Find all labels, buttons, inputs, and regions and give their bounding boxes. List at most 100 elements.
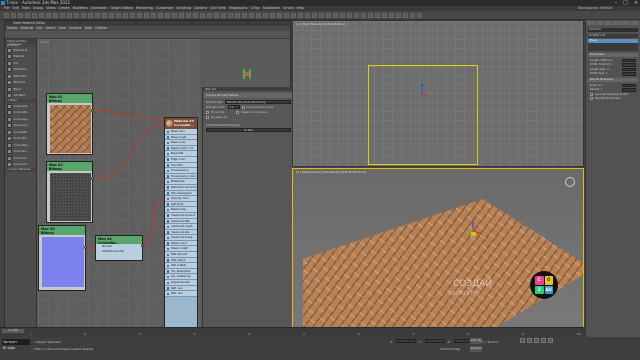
map1-node[interactable]: Map #1 Bitmap xyxy=(46,93,94,155)
viewcube-icon[interactable] xyxy=(565,177,575,187)
toolbar-button[interactable] xyxy=(102,13,107,18)
toolbar-button[interactable] xyxy=(382,13,387,18)
toolbar-button[interactable] xyxy=(263,13,268,18)
toolbar-button[interactable] xyxy=(410,13,415,18)
toolbar-button[interactable] xyxy=(11,13,16,18)
transform-gizmo-icon[interactable] xyxy=(465,217,485,239)
toolbar-button[interactable] xyxy=(214,13,219,18)
parameters-rollout[interactable]: Parameters xyxy=(588,53,638,57)
toolbar-button[interactable] xyxy=(109,13,114,18)
toolbar-button[interactable] xyxy=(144,13,149,18)
toolbar-button[interactable] xyxy=(200,13,205,18)
toolbar-button[interactable] xyxy=(74,13,79,18)
move-gizmo-icon[interactable] xyxy=(418,83,430,97)
toolbar-button[interactable] xyxy=(193,13,198,18)
modify-tab[interactable] xyxy=(595,21,604,25)
toolbar-button[interactable] xyxy=(298,13,303,18)
toolbar-button[interactable] xyxy=(81,13,86,18)
toolbar-button[interactable] xyxy=(172,13,177,18)
toolbar-button[interactable] xyxy=(46,13,51,18)
timeline[interactable]: 0 / 100 0 10 20 30 40 50 60 70 80 90 100 xyxy=(0,327,585,337)
param-spinner[interactable] xyxy=(622,63,636,67)
additional-bump-slot[interactable]: Additional bump xyxy=(96,249,142,254)
next-frame-icon[interactable] xyxy=(541,338,546,343)
perspective-viewport[interactable]: [+] [Perspective] [Standard] [Default Sh… xyxy=(292,168,584,343)
hierarchy-tab[interactable] xyxy=(604,21,613,25)
toolbar-button[interactable] xyxy=(340,13,345,18)
toolbar-button[interactable] xyxy=(305,13,310,18)
toolbar-button[interactable] xyxy=(39,13,44,18)
map2-node[interactable]: Map #2 Bitmap xyxy=(46,161,94,223)
gen-coords-checkbox[interactable] xyxy=(590,92,593,96)
maxscript-listener[interactable]: Sprayer Bridge xyxy=(2,339,30,350)
toolbar-button[interactable] xyxy=(319,13,324,18)
perspective-viewport-label[interactable]: [+] [Perspective] [Standard] [Default Sh… xyxy=(296,170,366,174)
toolbar-button[interactable] xyxy=(284,13,289,18)
toolbar-button[interactable] xyxy=(249,13,254,18)
toolbar-button[interactable] xyxy=(88,13,93,18)
map3-node[interactable]: Map #3 Bitmap xyxy=(38,225,87,291)
toolbar-button[interactable] xyxy=(25,13,30,18)
utilities-tab[interactable] xyxy=(631,21,639,25)
normal-map-button[interactable]: Map #3 (100_wk_Bx_Normal.png) xyxy=(224,100,291,104)
motion-tab[interactable] xyxy=(613,21,622,25)
toolbar-button[interactable] xyxy=(375,13,380,18)
map4-node[interactable]: Map #4 CoronaNo... Normal Additional bump xyxy=(95,235,144,261)
map4-output-port[interactable] xyxy=(141,244,144,247)
toolbar-button[interactable] xyxy=(354,13,359,18)
toolbar-button[interactable] xyxy=(361,13,366,18)
toolbar-button[interactable] xyxy=(60,13,65,18)
map3-output-port[interactable] xyxy=(84,246,87,249)
toolbar-button[interactable] xyxy=(179,13,184,18)
toolbar-button[interactable] xyxy=(53,13,58,18)
modifier-list-dropdown[interactable]: Modifier List xyxy=(588,34,638,38)
top-viewport[interactable]: [+] [Top] [Standard] [Wireframe] xyxy=(292,20,584,167)
stack-item-plane[interactable]: Plane xyxy=(588,39,638,43)
goto-end-icon[interactable] xyxy=(548,338,553,343)
toolbar-button[interactable] xyxy=(368,13,373,18)
toolbar-button[interactable] xyxy=(270,13,275,18)
toolbar-button[interactable] xyxy=(242,13,247,18)
real-world-checkbox[interactable] xyxy=(590,97,593,101)
toolbar-button[interactable] xyxy=(165,13,170,18)
toolbar-button[interactable] xyxy=(130,13,135,18)
toolbar-button[interactable] xyxy=(186,13,191,18)
add-gamma-checkbox[interactable] xyxy=(241,105,245,109)
flip-checkbox[interactable] xyxy=(206,110,209,114)
strength-spinner[interactable]: 1.0 xyxy=(227,105,240,109)
param-spinner[interactable] xyxy=(622,72,636,76)
toolbar-button[interactable] xyxy=(396,13,401,18)
toolbar-button[interactable] xyxy=(18,13,23,18)
toolbar-button[interactable] xyxy=(312,13,317,18)
param-spinner[interactable] xyxy=(622,67,636,71)
toolbar-button[interactable] xyxy=(389,13,394,18)
toolbar-button[interactable] xyxy=(228,13,233,18)
toolbar-button[interactable] xyxy=(333,13,338,18)
create-tab[interactable] xyxy=(587,21,595,25)
fix-green-checkbox[interactable] xyxy=(206,115,209,119)
toolbar-button[interactable] xyxy=(291,13,296,18)
toolbar-button[interactable] xyxy=(403,13,408,18)
swap-checkbox[interactable] xyxy=(236,110,240,114)
toolbar-button[interactable] xyxy=(151,13,156,18)
y-field[interactable] xyxy=(424,339,445,343)
play-icon[interactable] xyxy=(534,338,539,343)
toolbar-button[interactable] xyxy=(67,13,72,18)
prev-frame-icon[interactable] xyxy=(527,338,532,343)
goto-start-icon[interactable] xyxy=(520,338,525,343)
browser-section[interactable]: + Scene Materials xyxy=(5,168,36,172)
auto-key-button[interactable]: Auto Key xyxy=(470,338,482,344)
toolbar-button[interactable] xyxy=(4,13,9,18)
param-spinner[interactable] xyxy=(622,88,636,92)
toolbar-button[interactable] xyxy=(158,13,163,18)
map1-output-port[interactable] xyxy=(91,109,94,112)
toolbar-button[interactable] xyxy=(207,13,212,18)
time-slider[interactable]: 0 / 100 xyxy=(2,329,24,333)
toolbar-button[interactable] xyxy=(347,13,352,18)
x-field[interactable] xyxy=(396,339,417,343)
material-node[interactable]: Material #4 CoronaPh... Base color Base ro… xyxy=(164,117,198,331)
toolbar-button[interactable] xyxy=(123,13,128,18)
toolbar-button[interactable] xyxy=(116,13,121,18)
toolbar-button[interactable] xyxy=(326,13,331,18)
rollout-corona-normal[interactable]: Corona Normal Texture xyxy=(204,93,293,98)
